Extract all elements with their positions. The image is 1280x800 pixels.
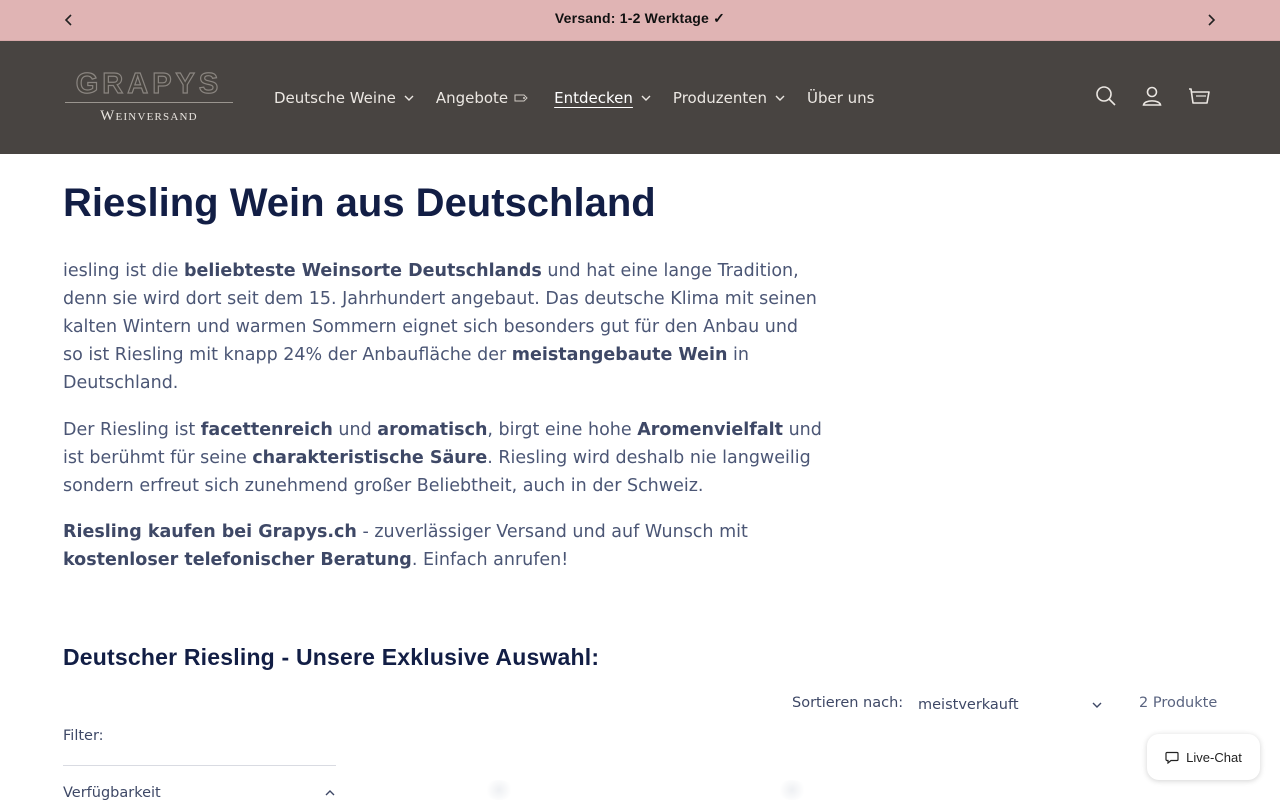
announcement-text: Versand: 1-2 Werktage ✓ — [554, 10, 726, 26]
live-chat-button[interactable]: Live-Chat — [1147, 734, 1260, 780]
emphasis-text: facettenreich — [200, 420, 333, 440]
section-heading: Deutscher Riesling - Unsere Exklusive Au… — [63, 644, 600, 670]
nav-item-angebote[interactable]: Angebote — [436, 89, 528, 107]
intro-paragraph: iesling ist die beliebteste Weinsorte De… — [63, 257, 823, 397]
filter-divider — [63, 765, 336, 766]
account-icon — [1142, 86, 1162, 106]
search-icon — [1096, 86, 1116, 106]
nav-item-label: Entdecken — [554, 89, 633, 107]
emphasis-text: beliebteste Weinsorte Deutschlands — [183, 261, 542, 281]
logo-tagline: Weinversand — [100, 108, 198, 124]
nav-item-label: Angebote — [435, 89, 509, 107]
emphasis-text: aromatisch — [377, 420, 488, 440]
body-text: Der Riesling ist — [63, 420, 201, 440]
description-paragraph: Der Riesling ist facettenreich und aroma… — [63, 416, 823, 500]
nav-item-deutsche-weine[interactable]: Deutsche Weine — [274, 89, 414, 107]
emphasis-text: kostenloser telefonischer Beratung — [63, 550, 412, 570]
live-chat-label: Live-Chat — [1186, 749, 1242, 765]
nav-item-entdecken[interactable]: Entdecken — [554, 89, 651, 107]
chevron-down-icon — [641, 95, 651, 101]
cart-icon — [1189, 88, 1210, 104]
emphasis-text: meistangebaute Wein — [511, 345, 728, 365]
emphasis-text: charakteristische Säure — [252, 448, 488, 468]
product-image-partial[interactable] — [777, 780, 807, 800]
chevron-down-icon — [404, 95, 414, 101]
nav-item-label: Produzenten — [672, 89, 767, 107]
cta-paragraph: Riesling kaufen bei Grapys.ch - zuverläs… — [63, 518, 823, 574]
filter-availability-toggle[interactable]: Verfügbarkeit — [63, 783, 336, 800]
sort-label: Sortieren nach: — [792, 695, 904, 711]
chevron-up-icon — [325, 790, 335, 796]
product-count: 2 Produkte — [1139, 695, 1218, 711]
body-text: iesling ist die — [63, 261, 184, 281]
nav-item-label: Über uns — [806, 89, 875, 107]
search-button[interactable] — [1093, 83, 1119, 109]
body-text: - zuverlässiger Versand und auf Wunsch m… — [356, 522, 748, 542]
nav-item-ueber-uns[interactable]: Über uns — [807, 89, 875, 107]
product-image-partial[interactable] — [484, 780, 514, 800]
body-text: . Einfach anrufen! — [411, 550, 569, 570]
logo-divider — [65, 102, 233, 103]
chat-bubble-icon — [1165, 751, 1179, 764]
announcement-bar: Versand: 1-2 Werktage ✓ — [0, 0, 1280, 41]
body-text: und — [332, 420, 378, 440]
page-title: Riesling Wein aus Deutschland — [63, 181, 656, 225]
nav-item-produzenten[interactable]: Produzenten — [673, 89, 785, 107]
site-header: GRAPYS Weinversand Deutsche Weine Angebo… — [0, 41, 1280, 154]
logo[interactable]: GRAPYS Weinversand — [63, 67, 235, 128]
sort-select[interactable]: meistverkauft — [918, 693, 1108, 717]
chevron-down-icon — [775, 95, 785, 101]
logo-wordmark: GRAPYS — [75, 67, 223, 100]
sort-select-value: meistverkauft — [918, 697, 1019, 713]
chevron-right-icon — [1208, 14, 1216, 26]
filter-label: Filter: — [63, 728, 104, 744]
price-tag-icon — [514, 92, 528, 105]
chevron-down-icon — [1092, 702, 1102, 708]
filter-availability-label: Verfügbarkeit — [63, 785, 161, 800]
emphasis-text: Riesling kaufen bei Grapys.ch — [63, 522, 357, 542]
emphasis-text: Aromenvielfalt — [637, 420, 784, 440]
account-button[interactable] — [1139, 83, 1165, 109]
main-nav: Deutsche Weine Angebote Entdecken Produz… — [274, 87, 874, 109]
nav-item-label: Deutsche Weine — [274, 89, 396, 107]
announcement-next-button[interactable] — [1201, 10, 1221, 30]
body-text: , birgt eine hohe — [487, 420, 638, 440]
cart-button[interactable] — [1186, 83, 1212, 109]
